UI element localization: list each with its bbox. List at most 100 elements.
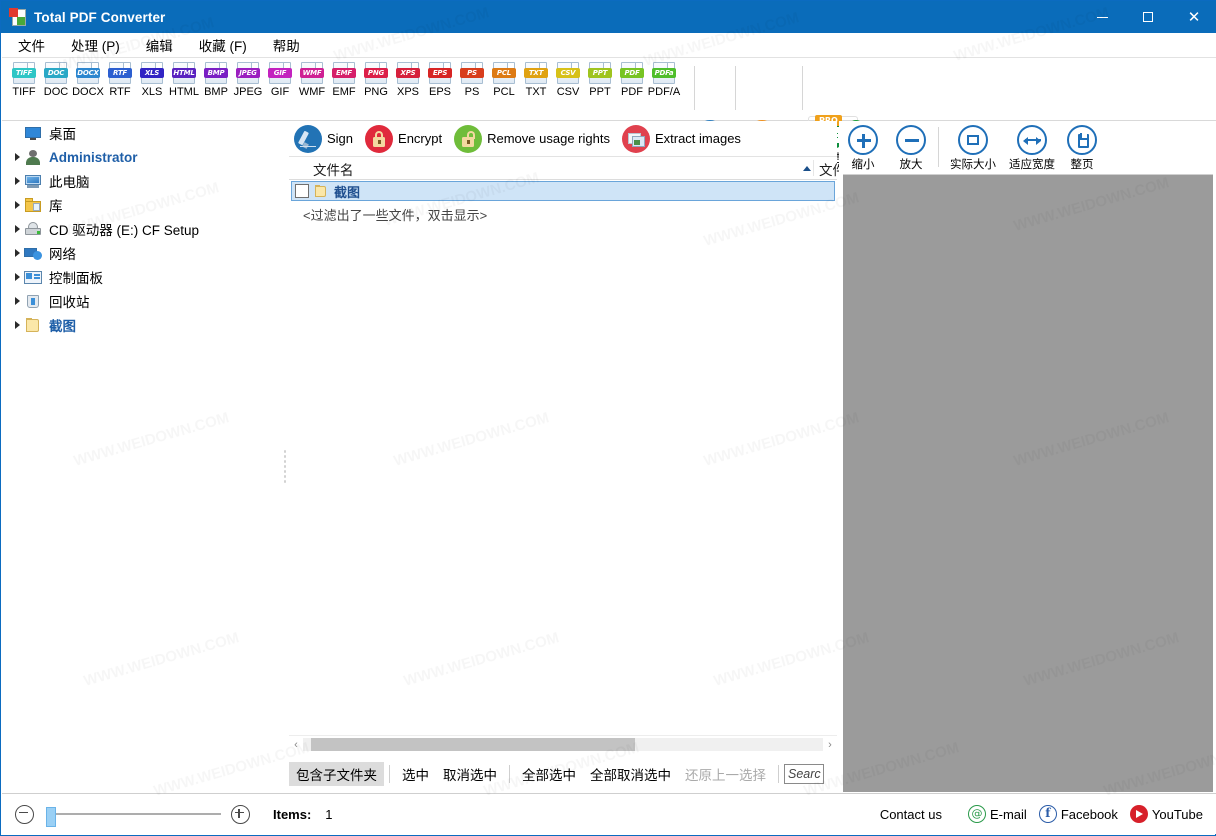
document-preview-area[interactable] [843,174,1213,792]
zoom-in-button[interactable]: 放大 [887,125,935,172]
format-button-png[interactable]: PNG PNG [360,62,392,98]
maximize-button[interactable] [1125,1,1171,33]
format-button-ps[interactable]: PS PS [456,62,488,98]
email-link[interactable]: @ E-mail [967,805,1027,823]
format-badge: XLS [140,68,164,78]
menu-item-favorites[interactable]: 收藏 (F) [189,33,257,57]
scroll-thumb[interactable] [311,738,635,751]
expander-arrow-icon[interactable] [10,321,24,329]
sidebar-item-8[interactable]: 截图 [2,313,282,337]
restore-selection-button[interactable]: 还原上一选择 [678,762,773,786]
expander-arrow-icon[interactable] [10,201,24,209]
format-button-wmf[interactable]: WMF WMF [296,62,328,98]
horizontal-scrollbar[interactable]: ‹ › [289,735,837,753]
format-label: TXT [525,86,547,98]
actual-size-button[interactable]: 实际大小 [942,125,1004,172]
folder-tree[interactable]: 桌面 Administrator 此电脑库 CD 驱动器 (E:) CF Setup 网… [2,121,282,795]
expander-arrow-icon[interactable] [10,177,24,185]
file-page-icon: PCL [491,62,517,84]
file-page-icon: TXT [523,62,549,84]
sidebar-item-4[interactable]: CD 驱动器 (E:) CF Setup [2,217,282,241]
sidebar-item-0[interactable]: 桌面 [2,121,282,145]
scroll-right-arrow[interactable]: › [823,739,837,751]
deselect-button[interactable]: 取消选中 [436,762,504,786]
format-button-xls[interactable]: XLS XLS [136,62,168,98]
file-page-icon: BMP [203,62,229,84]
thumbnail-size-slider[interactable] [46,807,221,827]
sidebar-item-label: 控制面板 [49,271,103,286]
fit-width-button[interactable]: 适应宽度 [1004,125,1060,172]
expander-arrow-icon[interactable] [10,153,24,161]
format-button-jpeg[interactable]: JPEG JPEG [232,62,264,98]
format-button-csv[interactable]: CSV CSV [552,62,584,98]
actual-size-icon [958,125,988,155]
panel-splitter[interactable] [282,121,288,795]
sidebar-item-1[interactable]: Administrator [2,145,282,169]
contact-label: Contact us [879,806,942,822]
youtube-link[interactable]: YouTube [1129,805,1203,823]
format-badge: PS [460,68,484,78]
toolbar-separator-2 [735,66,736,110]
search-input[interactable]: Searc [784,764,824,784]
sidebar-item-6[interactable]: 控制面板 [2,265,282,289]
menu-item-file[interactable]: 文件 [8,33,55,57]
format-button-ppt[interactable]: PPT PPT [584,62,616,98]
deselect-all-button[interactable]: 全部取消选中 [583,762,678,786]
table-row[interactable]: 截图 [291,181,835,201]
sidebar-item-5[interactable]: 网络 [2,241,282,265]
scroll-track[interactable] [303,738,823,751]
expander-arrow-icon[interactable] [10,273,24,281]
format-button-eps[interactable]: EPS EPS [424,62,456,98]
minus-circle-icon[interactable] [15,804,34,824]
remove-usage-rights-button[interactable]: Remove usage rights [454,124,610,153]
expander-arrow-icon[interactable] [10,297,24,305]
expander-arrow-icon[interactable] [10,225,24,233]
row-checkbox[interactable] [295,184,309,198]
column-header-filename[interactable]: 文件名 [313,159,354,179]
sign-button[interactable]: Sign [294,124,353,153]
format-badge: CSV [556,68,580,78]
whole-page-button[interactable]: 整页 [1060,125,1104,172]
sidebar-item-3[interactable]: 库 [2,193,282,217]
format-button-bmp[interactable]: BMP BMP [200,62,232,98]
format-button-rtf[interactable]: RTF RTF [104,62,136,98]
format-button-tiff[interactable]: TIFF TIFF [8,62,40,98]
format-button-pdf-a[interactable]: PDFa PDF/A [648,62,680,98]
format-button-pcl[interactable]: PCL PCL [488,62,520,98]
format-button-xps[interactable]: XPS XPS [392,62,424,98]
file-page-icon: DOCX [75,62,101,84]
menu-item-process[interactable]: 处理 (P) [61,33,130,57]
format-button-html[interactable]: HTML HTML [168,62,200,98]
file-page-icon: PDFa [651,62,677,84]
format-button-emf[interactable]: EMF EMF [328,62,360,98]
minimize-button[interactable] [1079,1,1125,33]
toolbar-separator-1 [694,66,695,110]
sidebar-item-7[interactable]: 回收站 [2,289,282,313]
format-button-docx[interactable]: DOCX DOCX [72,62,104,98]
encrypt-button[interactable]: Encrypt [365,124,442,153]
menu-item-help[interactable]: 帮助 [263,33,310,57]
scroll-left-arrow[interactable]: ‹ [289,739,303,751]
include-subfolders-button[interactable]: 包含子文件夹 [289,762,384,786]
format-button-doc[interactable]: DOC DOC [40,62,72,98]
format-badge: DOC [44,68,68,78]
sidebar-item-2[interactable]: 此电脑 [2,169,282,193]
menu-item-edit[interactable]: 编辑 [136,33,183,57]
format-button-txt[interactable]: TXT TXT [520,62,552,98]
extract-images-button[interactable]: Extract images [621,124,741,153]
facebook-link[interactable]: f Facebook [1038,805,1118,823]
slider-thumb[interactable] [46,807,56,827]
file-page-icon: JPEG [235,62,261,84]
format-button-gif[interactable]: GIF GIF [264,62,296,98]
close-button[interactable]: ✕ [1171,1,1216,33]
whole-page-icon [1067,125,1097,155]
format-button-pdf[interactable]: PDF PDF [616,62,648,98]
select-all-button[interactable]: 全部选中 [515,762,583,786]
plus-circle-icon[interactable] [231,804,250,824]
select-button[interactable]: 选中 [395,762,436,786]
filter-notice[interactable]: <过滤出了一些文件，双击显示> [289,201,837,224]
preview-panel: 缩小 放大 实际大小 适应宽度 整页 [839,121,1216,795]
zoom-out-button[interactable]: 缩小 [839,125,887,172]
expander-arrow-icon[interactable] [10,249,24,257]
file-page-icon: TIFF [11,62,37,84]
